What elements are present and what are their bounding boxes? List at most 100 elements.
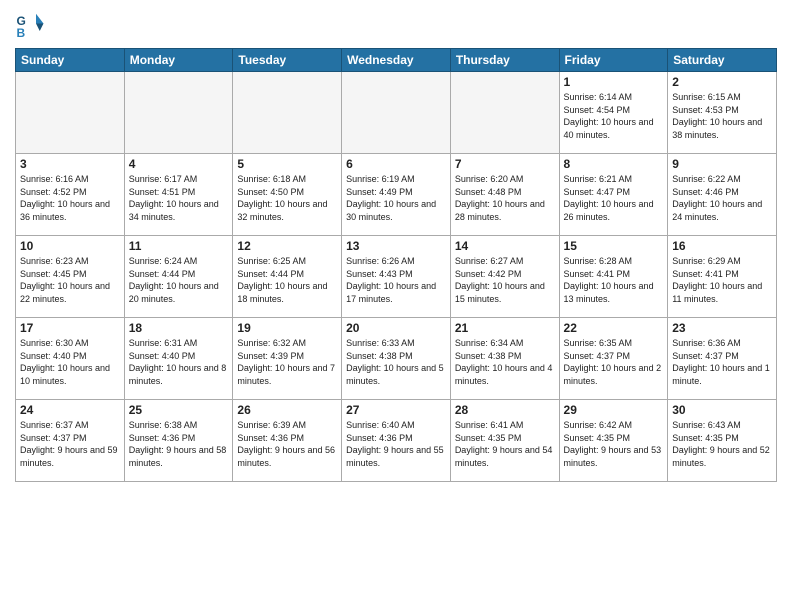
day-number: 6: [346, 157, 446, 171]
calendar-row-0: 1 Sunrise: 6:14 AM Sunset: 4:54 PM Daylig…: [16, 72, 777, 154]
calendar-row-3: 17 Sunrise: 6:30 AM Sunset: 4:40 PM Dayli…: [16, 318, 777, 400]
day-info: Sunrise: 6:38 AM Sunset: 4:36 PM Dayligh…: [129, 419, 229, 469]
calendar-cell: 13 Sunrise: 6:26 AM Sunset: 4:43 PM Dayli…: [342, 236, 451, 318]
calendar-cell: 17 Sunrise: 6:30 AM Sunset: 4:40 PM Dayli…: [16, 318, 125, 400]
day-info: Sunrise: 6:36 AM Sunset: 4:37 PM Dayligh…: [672, 337, 772, 387]
day-info: Sunrise: 6:35 AM Sunset: 4:37 PM Dayligh…: [564, 337, 664, 387]
day-info: Sunrise: 6:33 AM Sunset: 4:38 PM Dayligh…: [346, 337, 446, 387]
calendar-cell: 5 Sunrise: 6:18 AM Sunset: 4:50 PM Daylig…: [233, 154, 342, 236]
calendar-cell: 19 Sunrise: 6:32 AM Sunset: 4:39 PM Dayli…: [233, 318, 342, 400]
day-number: 22: [564, 321, 664, 335]
calendar-cell: 25 Sunrise: 6:38 AM Sunset: 4:36 PM Dayli…: [124, 400, 233, 482]
svg-text:B: B: [17, 26, 26, 40]
day-info: Sunrise: 6:20 AM Sunset: 4:48 PM Dayligh…: [455, 173, 555, 223]
calendar-row-1: 3Sunrise: 6:16 AM Sunset: 4:52 PM Daylig…: [16, 154, 777, 236]
day-info: Sunrise: 6:17 AM Sunset: 4:51 PM Dayligh…: [129, 173, 229, 223]
day-number: 9: [672, 157, 772, 171]
day-number: 20: [346, 321, 446, 335]
logo-icon: G B: [15, 10, 45, 40]
day-number: 19: [237, 321, 337, 335]
day-number: 11: [129, 239, 229, 253]
day-info: Sunrise: 6:14 AM Sunset: 4:54 PM Dayligh…: [564, 91, 664, 141]
day-info: Sunrise: 6:42 AM Sunset: 4:35 PM Dayligh…: [564, 419, 664, 469]
calendar-cell: 3Sunrise: 6:16 AM Sunset: 4:52 PM Daylig…: [16, 154, 125, 236]
calendar-cell: 8 Sunrise: 6:21 AM Sunset: 4:47 PM Daylig…: [559, 154, 668, 236]
header-cell-friday: Friday: [559, 49, 668, 72]
day-number: 17: [20, 321, 120, 335]
calendar-cell: 11 Sunrise: 6:24 AM Sunset: 4:44 PM Dayli…: [124, 236, 233, 318]
day-info: Sunrise: 6:39 AM Sunset: 4:36 PM Dayligh…: [237, 419, 337, 469]
day-info: Sunrise: 6:43 AM Sunset: 4:35 PM Dayligh…: [672, 419, 772, 469]
day-info: Sunrise: 6:16 AM Sunset: 4:52 PM Dayligh…: [20, 173, 120, 223]
day-number: 13: [346, 239, 446, 253]
day-info: Sunrise: 6:22 AM Sunset: 4:46 PM Dayligh…: [672, 173, 772, 223]
day-info: Sunrise: 6:28 AM Sunset: 4:41 PM Dayligh…: [564, 255, 664, 305]
day-info: Sunrise: 6:30 AM Sunset: 4:40 PM Dayligh…: [20, 337, 120, 387]
header: G B: [15, 10, 777, 40]
day-info: Sunrise: 6:25 AM Sunset: 4:44 PM Dayligh…: [237, 255, 337, 305]
calendar-cell: 21Sunrise: 6:34 AM Sunset: 4:38 PM Dayli…: [450, 318, 559, 400]
day-number: 23: [672, 321, 772, 335]
day-info: Sunrise: 6:18 AM Sunset: 4:50 PM Dayligh…: [237, 173, 337, 223]
day-number: 7: [455, 157, 555, 171]
day-number: 5: [237, 157, 337, 171]
day-info: Sunrise: 6:27 AM Sunset: 4:42 PM Dayligh…: [455, 255, 555, 305]
day-info: Sunrise: 6:26 AM Sunset: 4:43 PM Dayligh…: [346, 255, 446, 305]
calendar-row-4: 24Sunrise: 6:37 AM Sunset: 4:37 PM Dayli…: [16, 400, 777, 482]
day-info: Sunrise: 6:37 AM Sunset: 4:37 PM Dayligh…: [20, 419, 120, 469]
day-info: Sunrise: 6:32 AM Sunset: 4:39 PM Dayligh…: [237, 337, 337, 387]
calendar-cell: 18 Sunrise: 6:31 AM Sunset: 4:40 PM Dayli…: [124, 318, 233, 400]
calendar-cell: 27 Sunrise: 6:40 AM Sunset: 4:36 PM Dayli…: [342, 400, 451, 482]
calendar-cell: 6 Sunrise: 6:19 AM Sunset: 4:49 PM Daylig…: [342, 154, 451, 236]
day-number: 25: [129, 403, 229, 417]
calendar-cell: 26 Sunrise: 6:39 AM Sunset: 4:36 PM Dayli…: [233, 400, 342, 482]
calendar-cell: 28 Sunrise: 6:41 AM Sunset: 4:35 PM Dayli…: [450, 400, 559, 482]
day-number: 30: [672, 403, 772, 417]
day-number: 12: [237, 239, 337, 253]
day-number: 10: [20, 239, 120, 253]
day-info: Sunrise: 6:31 AM Sunset: 4:40 PM Dayligh…: [129, 337, 229, 387]
calendar: SundayMondayTuesdayWednesdayThursdayFrid…: [15, 48, 777, 482]
day-number: 1: [564, 75, 664, 89]
day-number: 29: [564, 403, 664, 417]
calendar-cell: [450, 72, 559, 154]
calendar-cell: [233, 72, 342, 154]
day-number: 15: [564, 239, 664, 253]
calendar-cell: 16Sunrise: 6:29 AM Sunset: 4:41 PM Dayli…: [668, 236, 777, 318]
calendar-cell: 14Sunrise: 6:27 AM Sunset: 4:42 PM Dayli…: [450, 236, 559, 318]
day-info: Sunrise: 6:29 AM Sunset: 4:41 PM Dayligh…: [672, 255, 772, 305]
calendar-cell: 9 Sunrise: 6:22 AM Sunset: 4:46 PM Daylig…: [668, 154, 777, 236]
day-info: Sunrise: 6:19 AM Sunset: 4:49 PM Dayligh…: [346, 173, 446, 223]
header-cell-monday: Monday: [124, 49, 233, 72]
calendar-cell: 7 Sunrise: 6:20 AM Sunset: 4:48 PM Daylig…: [450, 154, 559, 236]
day-info: Sunrise: 6:34 AM Sunset: 4:38 PM Dayligh…: [455, 337, 555, 387]
day-number: 2: [672, 75, 772, 89]
logo: G B: [15, 10, 49, 40]
header-cell-thursday: Thursday: [450, 49, 559, 72]
day-info: Sunrise: 6:41 AM Sunset: 4:35 PM Dayligh…: [455, 419, 555, 469]
header-cell-sunday: Sunday: [16, 49, 125, 72]
page: G B SundayMondayTuesdayWednesdayThursday…: [0, 0, 792, 612]
day-info: Sunrise: 6:40 AM Sunset: 4:36 PM Dayligh…: [346, 419, 446, 469]
day-number: 28: [455, 403, 555, 417]
day-number: 18: [129, 321, 229, 335]
header-cell-saturday: Saturday: [668, 49, 777, 72]
calendar-cell: 30 Sunrise: 6:43 AM Sunset: 4:35 PM Dayli…: [668, 400, 777, 482]
calendar-cell: 15 Sunrise: 6:28 AM Sunset: 4:41 PM Dayli…: [559, 236, 668, 318]
calendar-cell: [124, 72, 233, 154]
day-number: 27: [346, 403, 446, 417]
day-info: Sunrise: 6:15 AM Sunset: 4:53 PM Dayligh…: [672, 91, 772, 141]
calendar-cell: 2 Sunrise: 6:15 AM Sunset: 4:53 PM Daylig…: [668, 72, 777, 154]
day-number: 4: [129, 157, 229, 171]
calendar-cell: 10 Sunrise: 6:23 AM Sunset: 4:45 PM Dayli…: [16, 236, 125, 318]
day-info: Sunrise: 6:23 AM Sunset: 4:45 PM Dayligh…: [20, 255, 120, 305]
calendar-cell: 12 Sunrise: 6:25 AM Sunset: 4:44 PM Dayli…: [233, 236, 342, 318]
calendar-cell: 23 Sunrise: 6:36 AM Sunset: 4:37 PM Dayli…: [668, 318, 777, 400]
day-info: Sunrise: 6:21 AM Sunset: 4:47 PM Dayligh…: [564, 173, 664, 223]
header-cell-wednesday: Wednesday: [342, 49, 451, 72]
header-row: SundayMondayTuesdayWednesdayThursdayFrid…: [16, 49, 777, 72]
day-number: 26: [237, 403, 337, 417]
day-info: Sunrise: 6:24 AM Sunset: 4:44 PM Dayligh…: [129, 255, 229, 305]
calendar-cell: [16, 72, 125, 154]
day-number: 8: [564, 157, 664, 171]
